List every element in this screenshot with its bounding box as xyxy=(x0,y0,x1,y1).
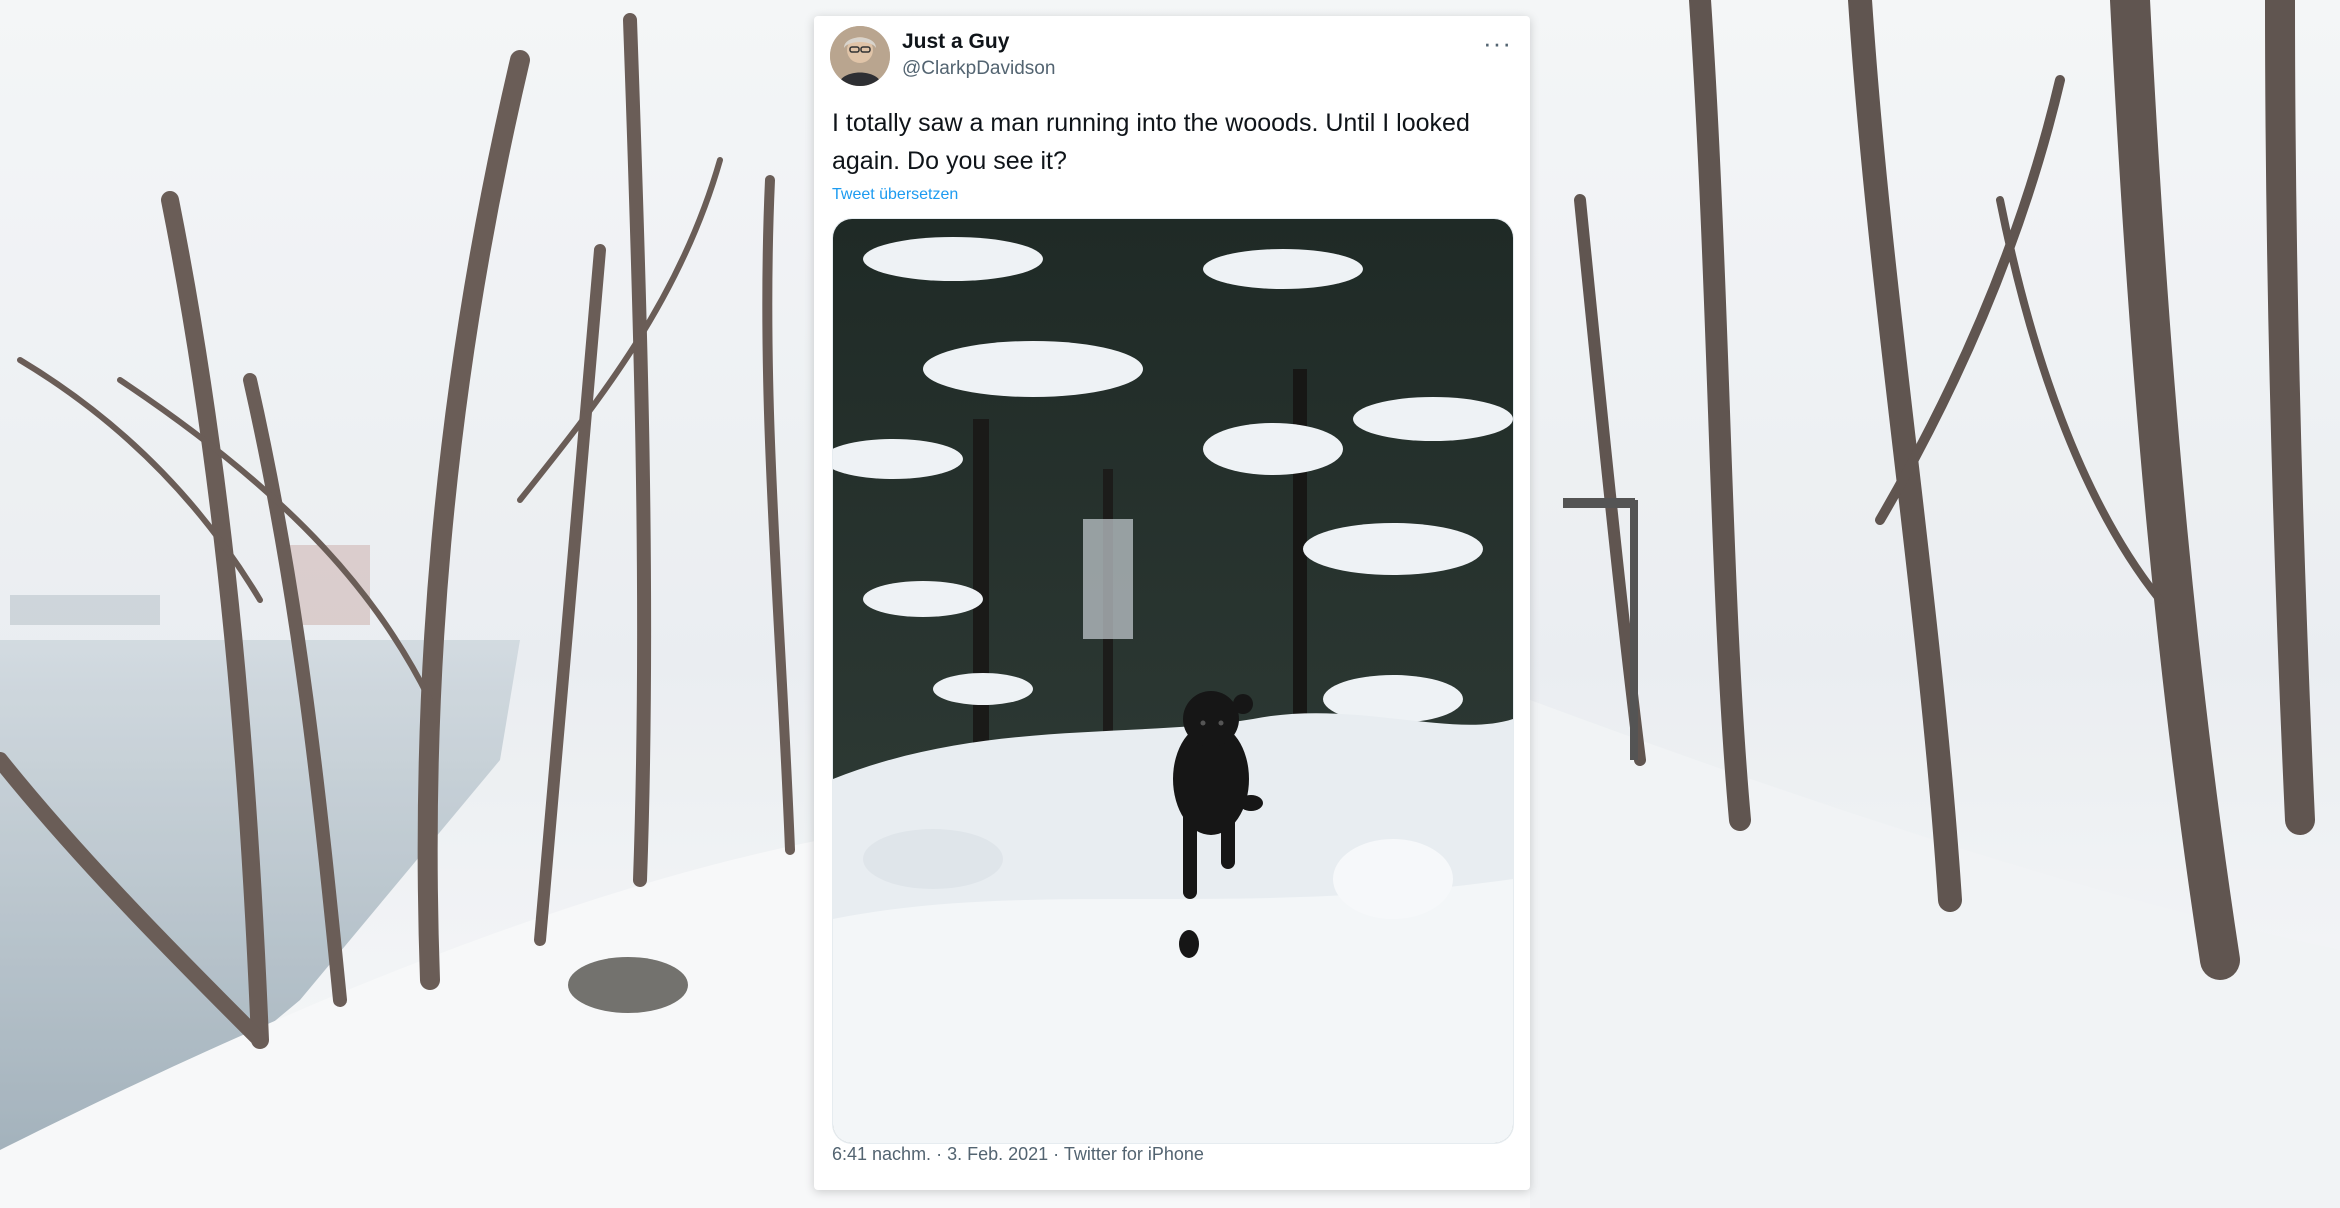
tweet-text: I totally saw a man running into the woo… xyxy=(832,109,1470,175)
meta-separator: · xyxy=(931,1144,948,1164)
dog-in-snowy-forest-photo xyxy=(833,219,1513,1143)
tweet-date[interactable]: 3. Feb. 2021 xyxy=(947,1144,1048,1164)
user-handle[interactable]: @ClarkpDavidson xyxy=(902,58,1055,80)
avatar[interactable] xyxy=(830,26,890,86)
tweet-card: Just a Guy @ClarkpDavidson ··· I totally… xyxy=(814,16,1530,1190)
display-name[interactable]: Just a Guy xyxy=(902,30,1009,54)
tweet-meta: 6:41 nachm. · 3. Feb. 2021 · Twitter for… xyxy=(832,1144,1204,1165)
tweet-time[interactable]: 6:41 nachm. xyxy=(832,1144,931,1164)
avatar-image xyxy=(830,26,890,86)
tweet-photo[interactable] xyxy=(832,218,1514,1144)
more-horizontal-icon[interactable]: ··· xyxy=(1483,28,1512,59)
translate-tweet-link[interactable]: Tweet übersetzen xyxy=(832,186,958,204)
tweet-source[interactable]: Twitter for iPhone xyxy=(1064,1144,1204,1164)
meta-separator: · xyxy=(1048,1144,1064,1164)
